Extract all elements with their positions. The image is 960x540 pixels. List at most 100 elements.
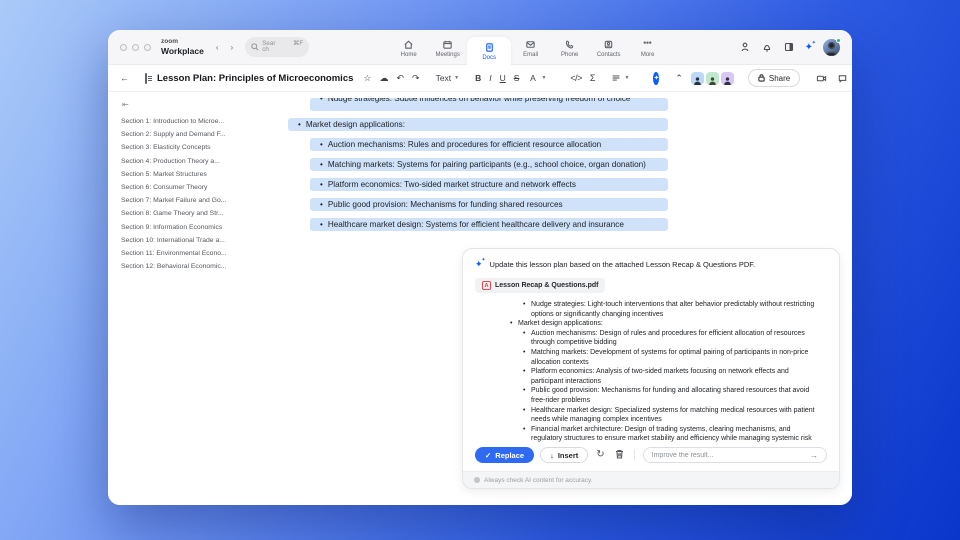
bullet-icon: •: [320, 98, 323, 103]
underline-button[interactable]: U: [500, 73, 506, 83]
doc-canvas[interactable]: • Nudge strategies: Subtle influences on …: [280, 92, 852, 505]
doc-bullet-row[interactable]: • Matching markets: Systems for pairing p…: [310, 158, 668, 171]
font-color-dropdown[interactable]: A ▼: [527, 73, 546, 83]
doc-bullet-row[interactable]: • Platform economics: Two-sided market st…: [310, 178, 668, 191]
nav-back-icon[interactable]: ‹: [216, 43, 219, 52]
trash-icon: [615, 449, 623, 459]
chat-bubble-icon[interactable]: [837, 73, 848, 84]
undo-icon[interactable]: ↶: [396, 73, 404, 83]
tab-contacts[interactable]: Contacts: [589, 32, 628, 65]
sidebar-section-item[interactable]: Section 12: Behavioral Economic...: [121, 260, 276, 273]
sidebar-section-item[interactable]: Section 7: Market Failure and Go...: [121, 194, 276, 207]
redo-icon[interactable]: ↷: [412, 73, 420, 83]
sidebar-section-item[interactable]: Section 10: International Trade a...: [121, 234, 276, 247]
back-icon[interactable]: ←: [120, 73, 129, 83]
collapse-toolbar-icon[interactable]: ⌃: [675, 73, 683, 83]
ai-response-item: Nudge strategies: Light-touch interventi…: [523, 300, 821, 319]
assistant-icon[interactable]: [739, 41, 751, 53]
lock-icon: [758, 74, 765, 82]
text-style-dropdown[interactable]: Text ▼: [436, 73, 460, 83]
doc-bullet-row[interactable]: • Nudge strategies: Subtle influences on …: [310, 98, 668, 111]
user-avatar[interactable]: [823, 37, 841, 57]
sidebar-section-item[interactable]: Section 2: Supply and Demand F...: [121, 128, 276, 141]
doc-bullet-row[interactable]: • Auction mechanisms: Rules and procedure…: [310, 138, 668, 151]
sidebar-section-item[interactable]: Section 3: Elasticity Concepts: [121, 141, 276, 154]
tab-more[interactable]: More: [628, 32, 667, 65]
collaborator-avatar[interactable]: [705, 71, 719, 85]
search-input[interactable]: Search ⌘F: [245, 37, 310, 57]
attachment-chip[interactable]: A Lesson Recap & Questions.pdf: [475, 278, 606, 293]
doc-bullet-row[interactable]: • Market design applications:: [288, 118, 668, 131]
tab-email[interactable]: Email: [511, 32, 550, 65]
logo-workplace-text: Workplace: [161, 45, 204, 56]
highlighted-bullet-list: • Nudge strategies: Subtle influences on …: [288, 98, 668, 238]
video-camera-icon[interactable]: [816, 73, 827, 84]
app-tabs: Home Meetings Docs Email Phone Contacts: [389, 30, 667, 66]
sidebar-section-item[interactable]: Section 11: Environmental Econo...: [121, 247, 276, 260]
tab-meetings[interactable]: Meetings: [428, 32, 467, 65]
ai-response-list: Nudge strategies: Light-touch interventi…: [475, 300, 827, 442]
ai-response-item: Public good provision: Mechanisms for fu…: [523, 386, 821, 405]
doc-bullet-text: Nudge strategies: Subtle influences on b…: [327, 98, 631, 103]
ai-companion-icon[interactable]: ✦: [805, 40, 817, 53]
close-window-button[interactable]: [120, 43, 127, 51]
ai-response-item: Platform economics: Analysis of two-side…: [523, 367, 821, 386]
collaborator-avatar[interactable]: [690, 71, 704, 85]
sidebar-section-item[interactable]: Section 8: Game Theory and Str...: [121, 207, 276, 220]
doc-bullet-row[interactable]: • Public good provision: Mechanisms for f…: [310, 198, 668, 211]
share-button[interactable]: Share: [747, 69, 801, 87]
nav-forward-icon[interactable]: ›: [231, 43, 234, 52]
window-controls: [120, 43, 151, 51]
bold-button[interactable]: B: [475, 73, 481, 83]
sidebar-section-item[interactable]: Section 5: Market Structures: [121, 168, 276, 181]
doc-bullet-row[interactable]: • Healthcare market design: Systems for e…: [310, 218, 668, 231]
italic-button[interactable]: I: [489, 73, 491, 83]
more-dots-icon: [643, 40, 652, 44]
favorite-star-icon[interactable]: ☆: [363, 73, 371, 83]
collapse-sidebar-icon[interactable]: ⇤: [122, 100, 276, 109]
insert-button[interactable]: ↓ Insert: [540, 447, 589, 463]
titlebar-right-icons: ✦: [739, 37, 841, 57]
ai-action-bar: ✓ Replace ↓ Insert ↻ →: [463, 442, 839, 471]
tab-home[interactable]: Home: [389, 32, 428, 65]
cloud-status-icon: ☁: [379, 72, 389, 83]
ai-response-item: Healthcare market design: Specialized sy…: [523, 406, 821, 425]
notifications-bell-icon[interactable]: [761, 41, 773, 53]
doc-content-area: ⇤ Section 1: Introduction to Microe... Se…: [108, 92, 852, 505]
pdf-icon: A: [482, 281, 491, 290]
sidebar-section-item[interactable]: Section 9: Information Economics: [121, 221, 276, 234]
bullet-icon: •: [320, 220, 323, 229]
home-icon: [404, 40, 413, 49]
strikethrough-button[interactable]: S: [514, 73, 520, 83]
bullet-icon: •: [298, 120, 301, 129]
ai-sparkle-icon: ✦: [475, 257, 485, 270]
side-panel-toggle-icon[interactable]: [783, 41, 795, 53]
ai-companion-button[interactable]: ✦: [653, 71, 660, 85]
chevron-down-icon: ▼: [624, 75, 630, 81]
delete-button[interactable]: [613, 449, 626, 462]
replace-button[interactable]: ✓ Replace: [475, 447, 535, 463]
maximize-window-button[interactable]: [144, 43, 151, 51]
collaborator-avatar[interactable]: [720, 71, 734, 85]
send-icon[interactable]: →: [810, 451, 818, 460]
attachment-name: Lesson Recap & Questions.pdf: [495, 282, 599, 289]
code-icon[interactable]: </>: [570, 73, 582, 83]
email-icon: [526, 40, 535, 48]
tab-docs[interactable]: Docs: [467, 36, 512, 66]
zoom-workplace-logo: zoom Workplace: [161, 38, 204, 56]
sidebar-section-item[interactable]: Section 6: Consumer Theory: [121, 181, 276, 194]
sidebar-section-item[interactable]: Section 1: Introduction to Microe...: [121, 115, 276, 128]
doc-bullet-text: Public good provision: Mechanisms for fu…: [327, 200, 563, 209]
minimize-window-button[interactable]: [132, 43, 139, 51]
tab-phone[interactable]: Phone: [550, 32, 589, 65]
titlebar: zoom Workplace ‹ › Search ⌘F Home Meetin…: [108, 30, 852, 66]
list-format-dropdown[interactable]: ▼: [611, 73, 629, 83]
ai-disclaimer-text: Always check AI content for accuracy.: [484, 476, 593, 484]
chevron-down-icon: ▼: [541, 75, 547, 81]
improve-result-input[interactable]: [651, 451, 806, 459]
sidebar-section-item[interactable]: Section 4: Production Theory a...: [121, 155, 276, 168]
doc-bullet-text: Platform economics: Two-sided market str…: [327, 180, 576, 189]
regenerate-button[interactable]: ↻: [594, 450, 606, 460]
improve-input-wrapper: →: [642, 447, 827, 463]
formula-icon[interactable]: Σ: [590, 73, 596, 83]
